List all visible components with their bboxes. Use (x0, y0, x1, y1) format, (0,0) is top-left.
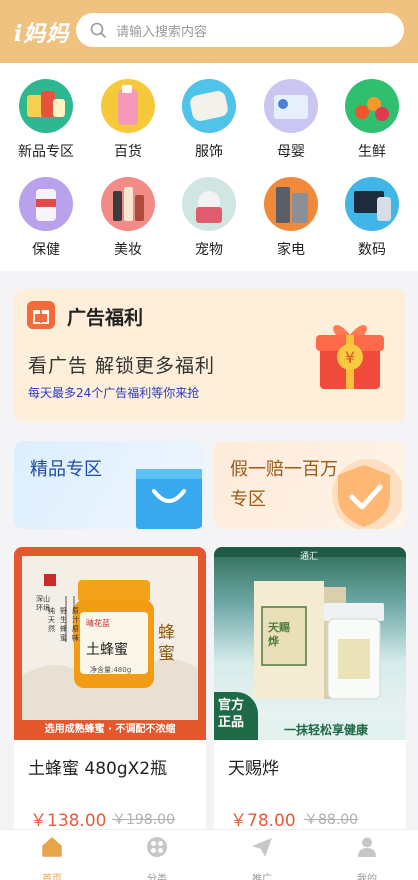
image-caption: 选用成熟蜂蜜 · 不调配不浓缩 (44, 724, 176, 735)
category-label: 生鲜 (358, 144, 386, 160)
beauty-icon (101, 177, 155, 231)
image-note-4: 原汁原味 (72, 607, 79, 642)
product-card-tianciye[interactable]: 通汇 天赐烨 官方 正品 一抹轻松享健康 天赐烨 ￥78.00 ￥88.00 (214, 547, 406, 847)
category-label: 数码 (358, 242, 386, 258)
category-label: 保健 (32, 242, 60, 258)
product-price: ￥78.00 (230, 811, 296, 831)
promo-right-label: 假一赔一百万 专区 (230, 455, 338, 515)
category-pet[interactable]: 宠物 (168, 177, 250, 259)
search-bar[interactable]: 请输入搜索内容 (76, 13, 404, 47)
category-mother-baby[interactable]: 母婴 (250, 79, 332, 161)
tab-label: 我的 (357, 874, 377, 880)
new-products-icon (19, 79, 73, 133)
category-digital[interactable]: 数码 (331, 177, 413, 259)
image-side-text: 蜂蜜 (158, 623, 175, 664)
promo-guarantee-zone[interactable]: 假一赔一百万 专区 (214, 441, 406, 529)
category-label: 新品专区 (18, 144, 74, 160)
tab-label: 推广 (252, 874, 272, 880)
bottom-tab-bar: 首页 分类 推广 我的 (0, 829, 418, 880)
home-icon (42, 837, 62, 857)
product-price: ￥138.00 (30, 811, 107, 831)
tab-label: 分类 (147, 874, 167, 880)
image-caption: 一抹轻松享健康 (284, 723, 369, 737)
category-fresh-food[interactable]: 生鲜 (331, 79, 413, 161)
promo-left-label: 精品专区 (30, 459, 102, 480)
mother-baby-icon (264, 79, 318, 133)
category-grid: 新品专区 百货 服饰 母婴 生鲜 保健 美妆 宠物 家电 数码 (0, 63, 418, 271)
category-label: 母婴 (277, 144, 305, 160)
header: i妈妈 请输入搜索内容 (0, 0, 418, 63)
search-placeholder: 请输入搜索内容 (116, 24, 208, 40)
tab-category[interactable]: 分类 (127, 836, 187, 880)
product-title: 土蜂蜜 480gX2瓶 (28, 759, 168, 779)
search-icon (90, 22, 106, 38)
jar-weight: 净含量:480g (90, 666, 132, 674)
general-goods-icon (101, 79, 155, 133)
badge-line2: 正品 (218, 715, 245, 730)
category-general-goods[interactable]: 百货 (87, 79, 169, 161)
product-old-price: ￥88.00 (304, 812, 359, 828)
product-old-price: ￥198.00 (112, 812, 175, 828)
shopping-bag-icon (136, 469, 202, 529)
category-health[interactable]: 保健 (5, 177, 87, 259)
category-label: 宠物 (195, 242, 223, 258)
category-new-products[interactable]: 新品专区 (5, 79, 87, 161)
gift-icon (27, 301, 55, 329)
digital-icon (345, 177, 399, 231)
clothing-icon (182, 79, 236, 133)
product-title: 天赐烨 (228, 759, 279, 779)
tab-mine[interactable]: 我的 (337, 836, 397, 880)
category-label: 家电 (277, 242, 305, 258)
category-label: 美妆 (114, 242, 142, 258)
tab-label: 首页 (42, 874, 62, 880)
promo-right-line2: 专区 (230, 489, 266, 510)
official-genuine-badge: 官方 正品 (214, 692, 258, 740)
category-beauty[interactable]: 美妆 (87, 177, 169, 259)
appliance-icon (264, 177, 318, 231)
category-label: 服饰 (195, 144, 223, 160)
category-icon (147, 837, 167, 857)
app-logo[interactable]: i妈妈 (14, 16, 69, 48)
fresh-food-icon (345, 79, 399, 133)
tab-home[interactable]: 首页 (22, 836, 82, 880)
promo-boutique-zone[interactable]: 精品专区 (14, 441, 205, 529)
image-note-3: 野生蜂蜜 (60, 607, 67, 642)
image-note-2: 纯天然 (48, 607, 55, 633)
box-label: 天赐烨 (268, 621, 290, 648)
svg-text:¥: ¥ (345, 348, 355, 367)
ad-subline: 每天最多24个广告福利等你来抢 (28, 386, 200, 400)
tab-promote[interactable]: 推广 (232, 836, 292, 880)
product-card-honey[interactable]: 晴花蓝 土蜂蜜 净含量:480g 蜂蜜 深山环境 纯天然 野生蜂蜜 原汁原味 选… (14, 547, 206, 847)
product-image-honey: 晴花蓝 土蜂蜜 净含量:480g 蜂蜜 深山环境 纯天然 野生蜂蜜 原汁原味 选… (14, 547, 206, 740)
category-label: 百货 (114, 144, 142, 160)
badge-line1: 官方 (218, 698, 245, 713)
ad-title: 广告福利 (67, 307, 144, 329)
jar-label: 土蜂蜜 (86, 642, 128, 658)
send-icon (252, 838, 272, 857)
user-icon (358, 837, 376, 857)
ad-benefit-banner[interactable]: 广告福利 看广告 解锁更多福利 每天最多24个广告福利等你来抢 ¥ (14, 289, 406, 422)
red-gift-box-icon: ¥ (316, 325, 384, 389)
jar-brand: 晴花蓝 (86, 619, 110, 628)
shield-check-icon (332, 459, 402, 529)
category-appliance[interactable]: 家电 (250, 177, 332, 259)
health-icon (19, 177, 73, 231)
pet-icon (182, 177, 236, 231)
ad-headline: 看广告 解锁更多福利 (28, 355, 216, 377)
category-clothing[interactable]: 服饰 (168, 79, 250, 161)
promo-right-line1: 假一赔一百万 (230, 459, 338, 480)
product-image-tianciye: 通汇 天赐烨 官方 正品 一抹轻松享健康 (214, 547, 406, 740)
